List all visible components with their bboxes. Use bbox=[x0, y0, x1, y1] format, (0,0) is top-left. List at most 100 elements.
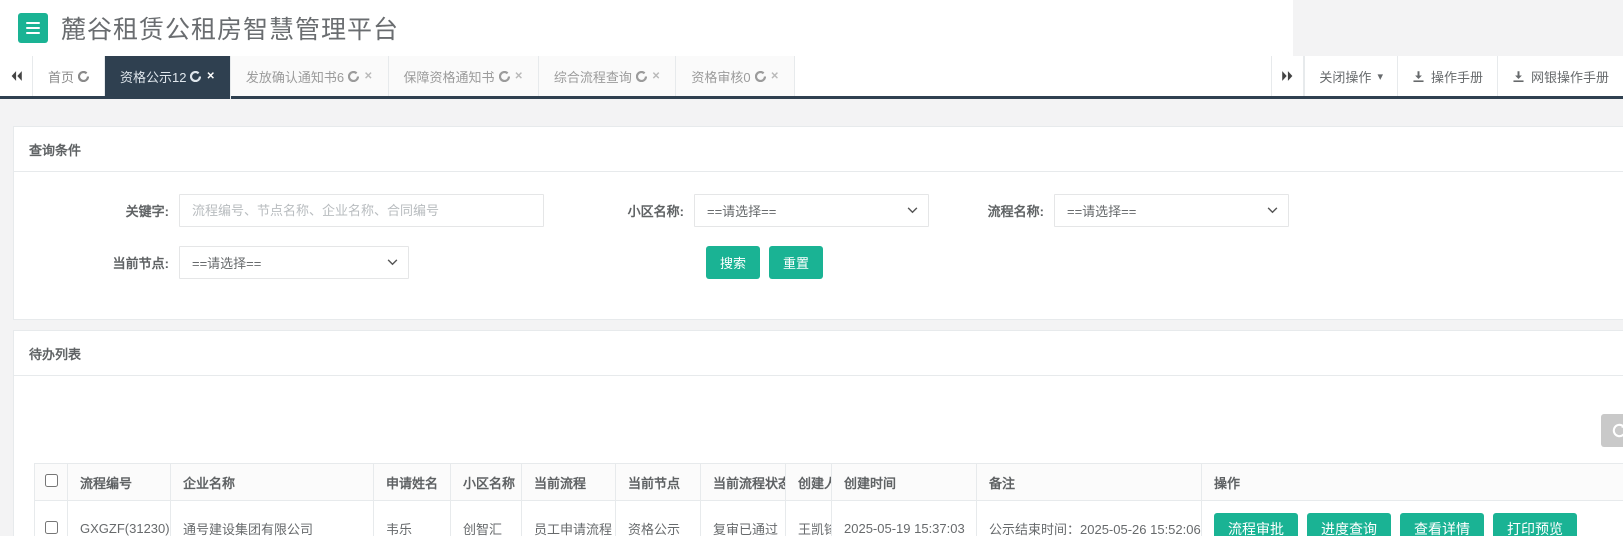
download-icon bbox=[1513, 70, 1524, 82]
caret-down-icon: ▾ bbox=[1377, 70, 1383, 83]
tab-close-icon[interactable]: ✕ bbox=[364, 71, 372, 82]
cell-process-status: 复审已通过 bbox=[700, 500, 786, 536]
tab-item-5[interactable]: 资格审核0 ✕ bbox=[676, 56, 795, 96]
process-name-label: 流程名称: bbox=[987, 204, 1044, 219]
tab-refresh-icon[interactable] bbox=[754, 70, 766, 82]
tab-refresh-icon[interactable] bbox=[498, 70, 510, 82]
tab-label: 资格审核0 bbox=[691, 69, 751, 85]
action-button[interactable]: 查看详情 bbox=[1400, 512, 1484, 536]
header-right-area bbox=[1293, 0, 1623, 56]
cell-current-process: 员工申请流程 bbox=[521, 500, 616, 536]
action-button[interactable]: 打印预览 bbox=[1493, 512, 1577, 536]
scroll-tabs-right-button[interactable] bbox=[1271, 56, 1305, 96]
cell-creator: 王凯锋 bbox=[785, 500, 832, 536]
query-panel-title: 查询条件 bbox=[14, 127, 1623, 172]
chevron-down-icon bbox=[1267, 207, 1278, 214]
tab-refresh-icon[interactable] bbox=[635, 70, 647, 82]
table-body: GXGZF(31230) 通号建设集团有限公司 韦乐 创智汇 员工申请流程 资格公示 复审已… bbox=[34, 500, 1623, 536]
tab-list: 首页 资格公示12 ✕ 发放确认通知书6 ✕ 保障资格通知书 ✕ 综合流程查询 ✕ 资格审核0 ✕ bbox=[33, 56, 795, 99]
close-operations-label: 关闭操作 bbox=[1319, 69, 1372, 85]
close-operations-button[interactable]: 关闭操作 ▾ bbox=[1304, 56, 1397, 96]
column-header: 备注 bbox=[976, 463, 1202, 501]
action-button[interactable]: 进度查询 bbox=[1307, 512, 1391, 536]
action-button[interactable]: 流程审批 bbox=[1214, 512, 1298, 536]
column-header: 创建人 bbox=[785, 463, 832, 501]
community-select-value: ==请选择== bbox=[707, 204, 777, 219]
query-form-row-1: 关键字: 小区名称: ==请选择== 流程名称: ==请选择== bbox=[29, 194, 1608, 227]
refresh-icon bbox=[498, 70, 510, 82]
cell-remark: 公示结束时间：2025-05-26 15:52:06 bbox=[976, 500, 1202, 536]
keyword-input[interactable] bbox=[179, 194, 544, 227]
row-checkbox[interactable] bbox=[44, 520, 58, 534]
tab-refresh-icon[interactable] bbox=[190, 70, 202, 82]
double-chevron-left-icon bbox=[11, 71, 22, 81]
tab-label: 综合流程查询 bbox=[553, 69, 632, 85]
search-button[interactable]: 搜索 bbox=[706, 246, 761, 279]
cell-community: 创智汇 bbox=[450, 500, 522, 536]
chevron-down-icon bbox=[907, 207, 918, 214]
tab-label: 保障资格通知书 bbox=[403, 69, 495, 85]
manual-download-button[interactable]: 操作手册 bbox=[1396, 56, 1497, 96]
refresh-icon bbox=[190, 70, 202, 82]
column-header: 创建时间 bbox=[831, 463, 977, 501]
tab-close-icon[interactable]: ✕ bbox=[771, 71, 779, 82]
column-header: 当前流程状态 bbox=[700, 463, 786, 501]
refresh-icon bbox=[348, 70, 360, 82]
tab-label: 首页 bbox=[48, 69, 75, 85]
community-select[interactable]: ==请选择== bbox=[694, 194, 929, 227]
todo-panel: 待办列表 流程编号 企业名称 申请姓名 小区名称 当前流程 当前节点 当前流程状… bbox=[13, 330, 1623, 536]
ebank-manual-label: 网银操作手册 bbox=[1530, 69, 1609, 85]
hamburger-icon bbox=[26, 22, 40, 24]
tabbar-right-controls: 关闭操作 ▾ 操作手册 网银操作手册 bbox=[1271, 56, 1623, 96]
column-header: 操作 bbox=[1201, 463, 1623, 501]
column-header: 小区名称 bbox=[450, 463, 522, 501]
current-node-label: 当前节点: bbox=[112, 256, 169, 271]
process-name-select-value: ==请选择== bbox=[1067, 204, 1137, 219]
column-header: 企业名称 bbox=[170, 463, 374, 501]
tab-home[interactable]: 首页 bbox=[33, 56, 106, 96]
tabbar-spacer bbox=[795, 56, 1271, 96]
table-refresh-button[interactable] bbox=[1601, 414, 1623, 447]
todo-table: 流程编号企业名称申请姓名小区名称当前流程当前节点当前流程状态创建人创建时间备注操… bbox=[34, 463, 1623, 536]
tab-item-3[interactable]: 保障资格通知书 ✕ bbox=[388, 56, 539, 96]
query-form: 关键字: 小区名称: ==请选择== 流程名称: ==请选择== 当前节点: =… bbox=[14, 172, 1623, 319]
select-all-checkbox[interactable] bbox=[44, 474, 58, 487]
scroll-tabs-left-button[interactable] bbox=[0, 56, 33, 96]
tab-close-icon[interactable]: ✕ bbox=[652, 71, 660, 82]
tab-close-icon[interactable]: ✕ bbox=[515, 71, 523, 82]
tab-close-icon[interactable]: ✕ bbox=[206, 71, 214, 82]
cell-created-at: 2025-05-19 15:37:03 bbox=[831, 500, 977, 536]
menu-hamburger-button[interactable] bbox=[18, 13, 48, 43]
column-header: 流程编号 bbox=[67, 463, 171, 501]
tab-refresh-icon[interactable] bbox=[78, 70, 90, 82]
manual-label: 操作手册 bbox=[1430, 69, 1483, 85]
row-actions-cell: 流程审批 进度查询 查看详情 打印预览 bbox=[1201, 500, 1623, 536]
query-form-row-2: 当前节点: ==请选择== 搜索 重置 bbox=[29, 246, 1608, 279]
tab-item-1[interactable]: 资格公示12 ✕ bbox=[105, 56, 231, 99]
row-select-cell bbox=[34, 500, 68, 536]
column-header: 当前流程 bbox=[521, 463, 616, 501]
reset-button[interactable]: 重置 bbox=[769, 246, 824, 279]
app-header: 麓谷租赁公租房智慧管理平台 bbox=[0, 0, 1623, 56]
table-header-row: 流程编号企业名称申请姓名小区名称当前流程当前节点当前流程状态创建人创建时间备注操… bbox=[34, 463, 1623, 501]
ebank-manual-download-button[interactable]: 网银操作手册 bbox=[1496, 56, 1623, 96]
keyword-label: 关键字: bbox=[125, 204, 169, 219]
refresh-icon bbox=[754, 70, 766, 82]
tab-item-2[interactable]: 发放确认通知书6 ✕ bbox=[230, 56, 389, 96]
table-row: GXGZF(31230) 通号建设集团有限公司 韦乐 创智汇 员工申请流程 资格公示 复审已… bbox=[34, 500, 1623, 536]
refresh-icon bbox=[1612, 423, 1623, 438]
tab-refresh-icon[interactable] bbox=[348, 70, 360, 82]
current-node-select[interactable]: ==请选择== bbox=[179, 246, 409, 279]
chevron-down-icon bbox=[387, 259, 398, 266]
community-label: 小区名称: bbox=[627, 204, 684, 219]
download-icon bbox=[1413, 70, 1424, 82]
refresh-icon bbox=[78, 70, 90, 82]
tab-label: 发放确认通知书6 bbox=[245, 69, 345, 85]
cell-applicant: 韦乐 bbox=[373, 500, 451, 536]
query-panel: 查询条件 关键字: 小区名称: ==请选择== 流程名称: ==请选择== 当前… bbox=[13, 126, 1623, 320]
process-name-select[interactable]: ==请选择== bbox=[1054, 194, 1289, 227]
tab-item-4[interactable]: 综合流程查询 ✕ bbox=[538, 56, 677, 96]
page: 麓谷租赁公租房智慧管理平台 首页 资格公示12 ✕ 发放确认通知书6 ✕ 保障资格通知书 ✕… bbox=[0, 0, 1623, 536]
todo-panel-body: 流程编号企业名称申请姓名小区名称当前流程当前节点当前流程状态创建人创建时间备注操… bbox=[14, 376, 1623, 536]
tab-label: 资格公示12 bbox=[120, 69, 187, 85]
